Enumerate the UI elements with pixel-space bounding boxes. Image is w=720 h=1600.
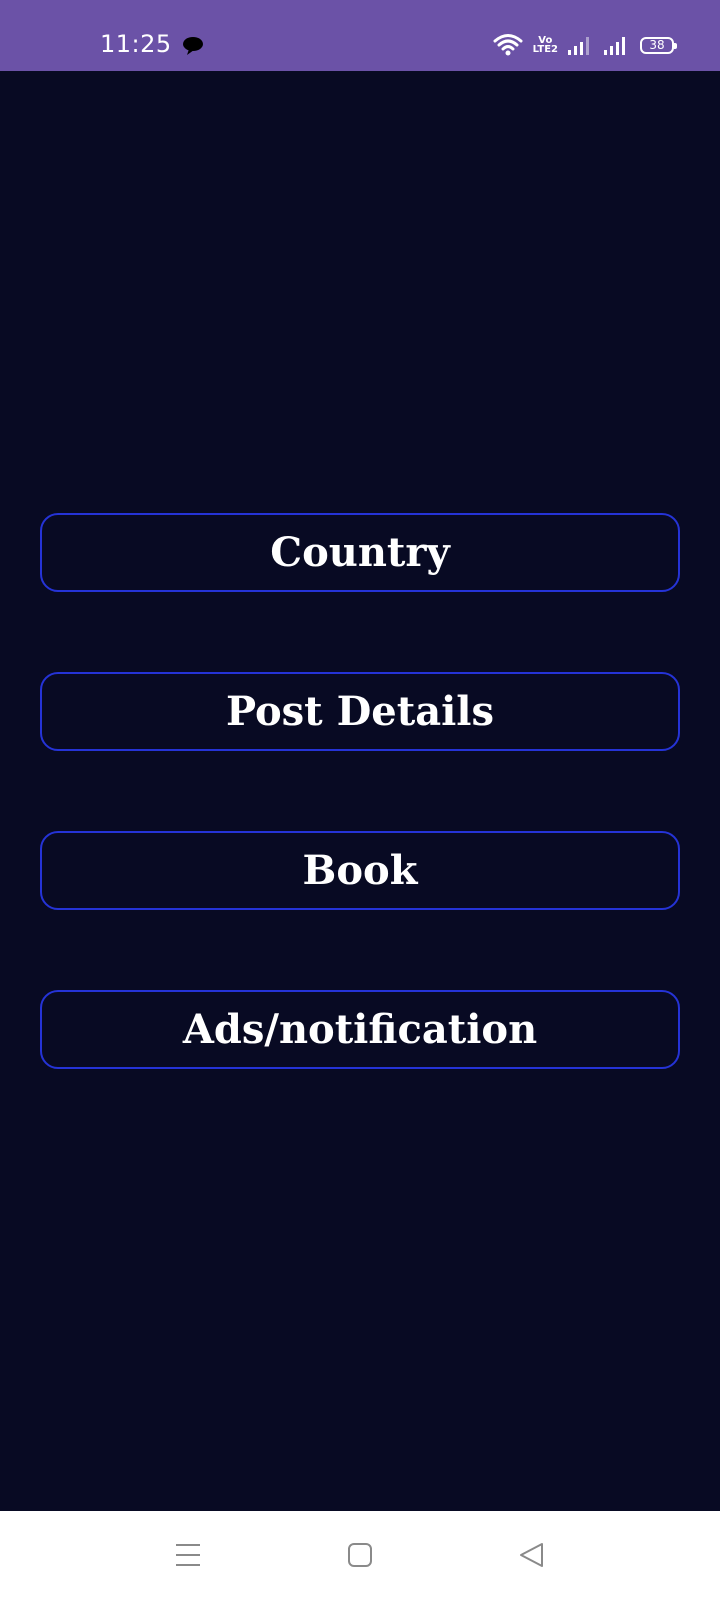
post-details-button[interactable]: Post Details — [40, 672, 680, 751]
menu-icon — [176, 1544, 200, 1566]
status-time: 11:25 — [100, 30, 172, 58]
back-icon — [520, 1543, 543, 1567]
home-button[interactable] — [340, 1535, 380, 1575]
ads-notification-button[interactable]: Ads/notification — [40, 990, 680, 1069]
battery-level: 38 — [649, 38, 665, 52]
country-button[interactable]: Country — [40, 513, 680, 592]
menu-list: Country Post Details Book Ads/notificati… — [40, 513, 680, 1149]
signal-strength-icon-sim2 — [604, 37, 625, 55]
chat-bubble-icon — [183, 37, 203, 55]
wifi-icon — [493, 34, 523, 56]
battery-icon: 38 — [640, 36, 677, 54]
back-button[interactable] — [512, 1535, 552, 1575]
signal-strength-icon-sim1 — [568, 37, 589, 55]
navigation-bar — [0, 1511, 720, 1600]
volte-indicator: Vo LTE2 — [532, 36, 558, 55]
lte-label: LTE2 — [532, 44, 558, 55]
status-icons: Vo LTE2 38 — [493, 28, 677, 62]
recent-apps-button[interactable] — [168, 1535, 208, 1575]
book-button[interactable]: Book — [40, 831, 680, 910]
status-bar: 11:25 Vo LTE2 38 — [0, 0, 720, 71]
home-icon — [348, 1543, 372, 1567]
